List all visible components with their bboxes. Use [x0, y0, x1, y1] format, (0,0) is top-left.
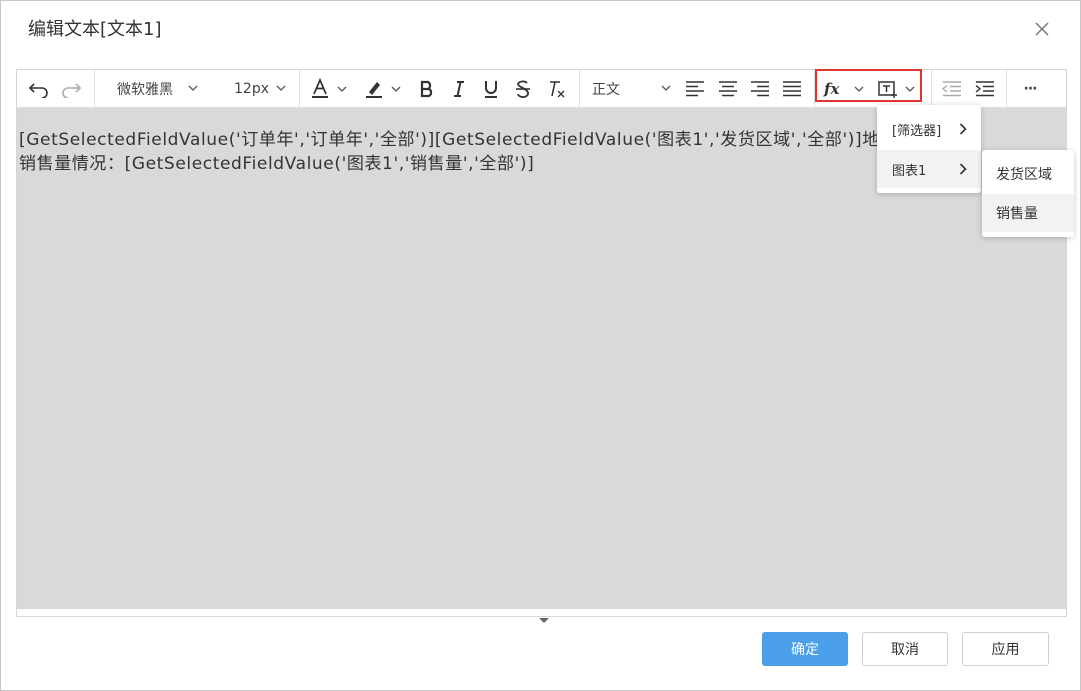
menu-item-label: 图表1	[892, 163, 927, 179]
menu-item-label: 销售量	[996, 206, 1038, 222]
paragraph-style-value: 正文	[592, 81, 620, 98]
dialog-title: 编辑文本[文本1]	[28, 19, 162, 40]
italic-icon[interactable]	[447, 70, 471, 107]
insert-field-icon	[878, 80, 897, 98]
function-fx-icon: fx	[823, 80, 840, 98]
menu-item-filter[interactable]: [筛选器]	[877, 110, 981, 148]
more-icon: ···	[1023, 80, 1038, 97]
paragraph-style-select[interactable]: 正文	[583, 70, 677, 107]
align-right-icon[interactable]	[747, 70, 773, 107]
align-left-icon[interactable]	[682, 70, 708, 107]
resize-handle-icon[interactable]	[538, 609, 550, 628]
chevron-right-icon	[959, 123, 967, 135]
insert-field-button[interactable]	[877, 70, 925, 107]
font-size-select[interactable]: 12px	[223, 70, 293, 107]
chevron-down-icon	[391, 86, 401, 92]
chevron-down-icon	[854, 86, 864, 92]
close-icon[interactable]	[1032, 19, 1052, 39]
toolbar-divider	[94, 70, 95, 107]
toolbar-divider	[579, 70, 580, 107]
toolbar-divider	[931, 70, 932, 107]
more-options-button[interactable]: ···	[1013, 70, 1047, 107]
apply-button[interactable]: 应用	[962, 632, 1049, 666]
font-size-value: 12px	[234, 80, 269, 97]
editor-toolbar: 微软雅黑 12px 正文 fx ···	[17, 70, 1066, 108]
underline-icon[interactable]	[479, 70, 503, 107]
chevron-right-icon	[959, 163, 967, 175]
outdent-icon[interactable]	[938, 70, 966, 107]
undo-icon[interactable]	[25, 70, 53, 107]
svg-text:fx: fx	[823, 80, 840, 98]
menu-item-label: [筛选器]	[892, 123, 942, 139]
chevron-down-icon	[661, 85, 671, 91]
chevron-down-icon	[188, 85, 198, 91]
insert-function-button[interactable]: fx	[823, 70, 871, 107]
toolbar-divider	[814, 70, 815, 107]
font-color-icon	[312, 77, 328, 98]
chevron-down-icon	[276, 85, 286, 91]
chart1-fields-menu: 发货区域 销售量	[982, 150, 1074, 237]
cancel-button[interactable]: 取消	[862, 632, 948, 666]
clear-format-icon[interactable]	[543, 70, 569, 107]
chevron-down-icon	[337, 86, 347, 92]
menu-item-sales-volume[interactable]: 销售量	[982, 194, 1074, 232]
strikethrough-icon[interactable]	[511, 70, 535, 107]
font-family-value: 微软雅黑	[117, 81, 173, 98]
indent-icon[interactable]	[971, 70, 999, 107]
align-center-icon[interactable]	[715, 70, 741, 107]
highlighter-icon	[366, 81, 382, 98]
font-family-select[interactable]: 微软雅黑	[107, 70, 207, 107]
toolbar-divider	[299, 70, 300, 107]
menu-item-chart1[interactable]: 图表1	[877, 150, 981, 188]
bold-icon[interactable]	[415, 70, 439, 107]
highlight-color-button[interactable]	[363, 70, 407, 107]
align-justify-icon[interactable]	[779, 70, 805, 107]
toolbar-divider	[1006, 70, 1007, 107]
menu-item-label: 发货区域	[996, 167, 1052, 183]
insert-field-menu: [筛选器] 图表1	[877, 105, 981, 193]
menu-item-ship-region[interactable]: 发货区域	[982, 155, 1074, 193]
confirm-button[interactable]: 确定	[762, 632, 848, 666]
edit-text-dialog: 编辑文本[文本1] 微软雅黑 12px 正文 fx ··· [GetSelect…	[0, 0, 1081, 691]
redo-icon[interactable]	[57, 70, 85, 107]
font-color-button[interactable]	[309, 70, 353, 107]
chevron-down-icon	[905, 86, 915, 92]
